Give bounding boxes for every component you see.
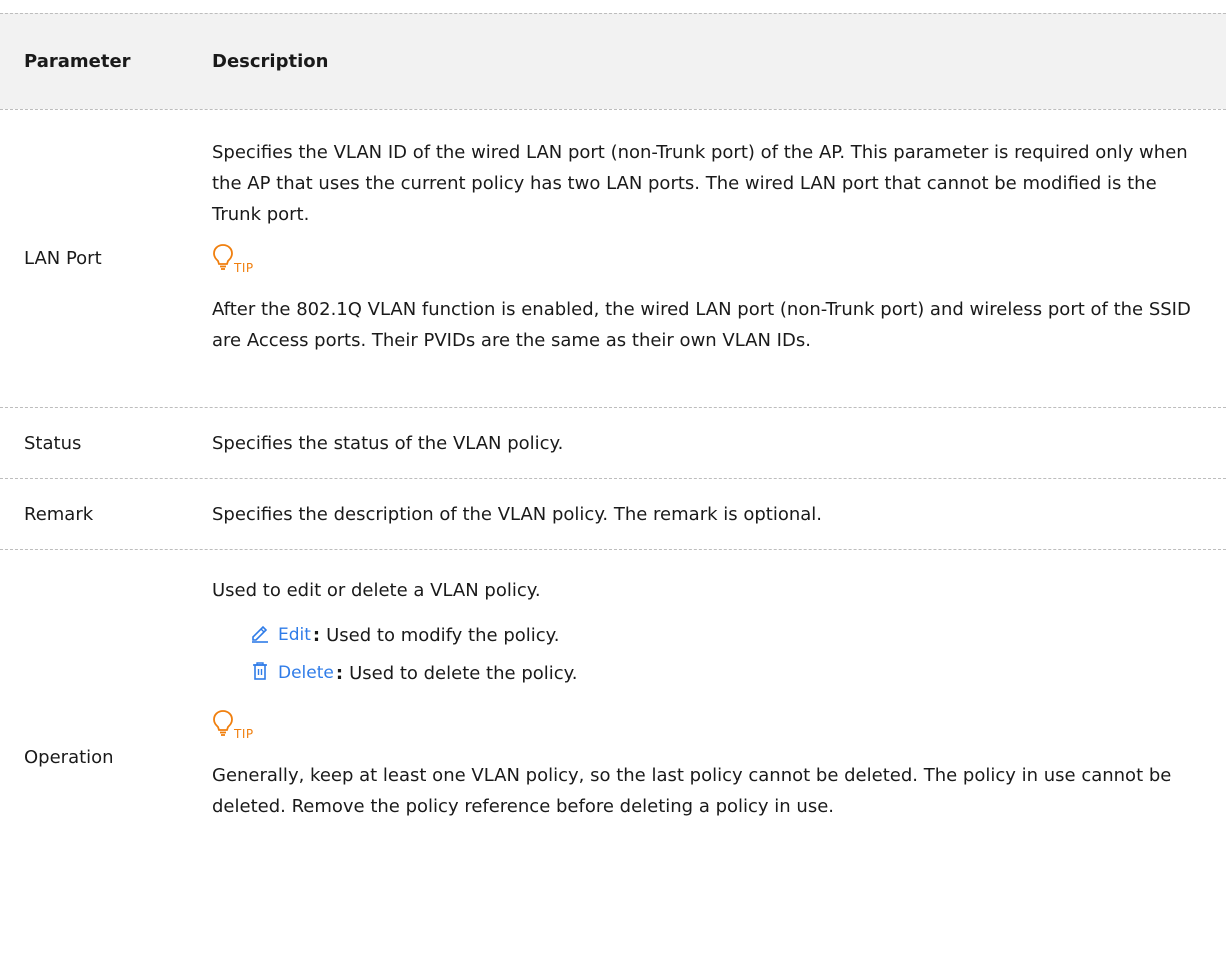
param-operation: Operation [24, 746, 114, 768]
tip-label: TIP [234, 261, 254, 275]
delete-item: Delete : Used to delete the policy. [250, 656, 1196, 690]
table-row-status: Status Specifies the status of the VLAN … [0, 407, 1226, 478]
delete-link[interactable]: Delete [278, 663, 334, 683]
desc-operation: Used to edit or delete a VLAN policy. Ed… [212, 550, 1226, 964]
edit-link[interactable]: Edit [278, 625, 311, 645]
delete-description: Used to delete the policy. [349, 662, 578, 684]
edit-description: Used to modify the policy. [326, 624, 560, 646]
tip-label: TIP [234, 727, 254, 741]
parameter-table: Parameter Description LAN Port Specifies… [0, 13, 1226, 978]
table-row-remark: Remark Specifies the description of the … [0, 478, 1226, 549]
desc-status-text: Specifies the status of the VLAN policy. [212, 432, 564, 454]
desc-operation-text: Used to edit or delete a VLAN policy. [212, 580, 541, 601]
edit-separator: : [312, 624, 321, 646]
table-header: Parameter Description [0, 13, 1226, 109]
desc-status: Specifies the status of the VLAN policy. [212, 408, 1226, 478]
pencil-icon [250, 623, 270, 648]
tip-callout-operation: TIP [212, 709, 1196, 742]
tip-text-operation: Generally, keep at least one VLAN policy… [212, 765, 1172, 817]
param-remark: Remark [24, 503, 94, 525]
lightbulb-icon [212, 709, 234, 742]
table-row-lan-port: LAN Port Specifies the VLAN ID of the wi… [0, 109, 1226, 407]
lightbulb-icon [212, 243, 234, 276]
edit-item: Edit : Used to modify the policy. [250, 618, 1196, 652]
param-lan-port: LAN Port [24, 248, 102, 269]
desc-remark: Specifies the description of the VLAN po… [212, 479, 1226, 549]
desc-lan-port-text: Specifies the VLAN ID of the wired LAN p… [212, 142, 1188, 225]
table-row-operation: Operation Used to edit or delete a VLAN … [0, 549, 1226, 964]
delete-separator: : [335, 662, 344, 684]
header-parameter: Parameter [24, 51, 131, 72]
trash-icon [250, 661, 270, 686]
desc-lan-port: Specifies the VLAN ID of the wired LAN p… [212, 110, 1226, 407]
tip-callout: TIP [212, 243, 1196, 276]
param-status: Status [24, 432, 82, 454]
header-description: Description [212, 51, 329, 72]
tip-text-lan-port: After the 802.1Q VLAN function is enable… [212, 299, 1191, 351]
desc-remark-text: Specifies the description of the VLAN po… [212, 503, 823, 525]
